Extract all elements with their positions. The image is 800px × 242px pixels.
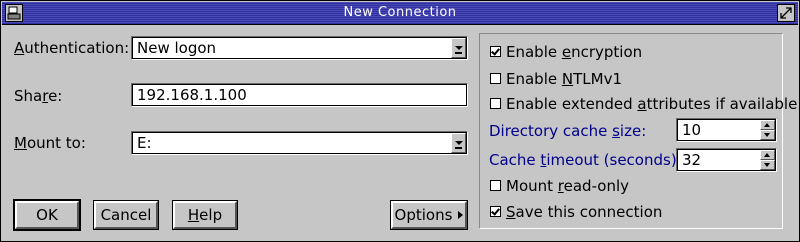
authentication-label: Authentication: bbox=[14, 39, 130, 57]
ok-button-label: OK bbox=[36, 206, 58, 224]
spin-down-icon[interactable] bbox=[760, 160, 775, 170]
title-bar[interactable]: New Connection bbox=[2, 2, 798, 25]
enable-ntlmv1-label[interactable]: Enable NTLMv1 bbox=[506, 70, 622, 88]
window-title: New Connection bbox=[343, 5, 457, 20]
mount-read-only-checkbox[interactable] bbox=[490, 180, 501, 191]
enable-ntlmv1-checkbox[interactable] bbox=[490, 73, 501, 84]
spin-down-icon[interactable] bbox=[760, 130, 775, 140]
spinner-buttons bbox=[760, 120, 775, 140]
help-button[interactable]: Help bbox=[172, 200, 238, 230]
chevron-right-icon bbox=[458, 210, 464, 219]
directory-cache-size-spinner[interactable]: 10 bbox=[676, 118, 777, 142]
ok-button[interactable]: OK bbox=[13, 199, 81, 231]
share-label: Share: bbox=[14, 87, 63, 105]
cancel-button[interactable]: Cancel bbox=[93, 200, 159, 230]
enable-encryption-checkbox[interactable] bbox=[490, 46, 501, 57]
spin-up-icon[interactable] bbox=[760, 120, 775, 130]
mount-to-value: E: bbox=[137, 134, 152, 152]
options-button-label: Options bbox=[394, 206, 453, 224]
authentication-value: New logon bbox=[137, 39, 217, 57]
options-button[interactable]: Options bbox=[390, 200, 468, 230]
cache-timeout-spinner[interactable]: 32 bbox=[676, 148, 777, 172]
mount-to-dropdown[interactable]: E: bbox=[131, 131, 468, 155]
enable-extended-attributes-label[interactable]: Enable extended attributes if available bbox=[506, 95, 797, 113]
directory-cache-size-value: 10 bbox=[682, 121, 702, 139]
chevron-down-icon[interactable] bbox=[451, 133, 466, 153]
cancel-button-label: Cancel bbox=[100, 206, 152, 224]
enable-encryption-label[interactable]: Enable encryption bbox=[506, 43, 642, 61]
mount-to-label: Mount to: bbox=[14, 134, 86, 152]
directory-cache-size-label: Directory cache size: bbox=[489, 122, 647, 140]
enable-extended-attributes-checkbox[interactable] bbox=[490, 98, 501, 109]
spin-up-icon[interactable] bbox=[760, 150, 775, 160]
authentication-dropdown[interactable]: New logon bbox=[131, 36, 468, 60]
chevron-down-icon[interactable] bbox=[451, 38, 466, 58]
share-value: 192.168.1.100 bbox=[137, 86, 247, 104]
save-connection-label[interactable]: Save this connection bbox=[506, 203, 662, 221]
mount-read-only-label[interactable]: Mount read-only bbox=[506, 177, 629, 195]
share-input[interactable]: 192.168.1.100 bbox=[131, 83, 468, 107]
save-connection-checkbox[interactable] bbox=[490, 206, 501, 217]
spinner-buttons bbox=[760, 150, 775, 170]
new-connection-dialog: New Connection Authentication: New logon… bbox=[0, 0, 800, 242]
cache-timeout-label: Cache timeout (seconds): bbox=[489, 151, 682, 169]
cache-timeout-value: 32 bbox=[682, 151, 702, 169]
maximize-icon[interactable] bbox=[777, 4, 795, 22]
